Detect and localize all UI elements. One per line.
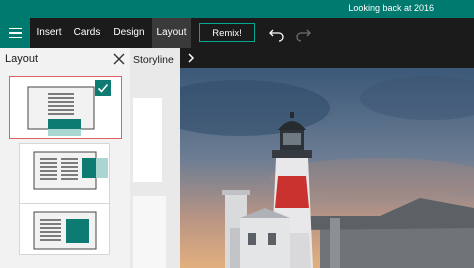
layout-panel: Layout: [0, 48, 130, 268]
storyline-card[interactable]: [133, 196, 166, 268]
layout-thumbnail: [33, 151, 108, 190]
tab-layout[interactable]: Layout: [152, 18, 191, 48]
tab-cards[interactable]: Cards: [71, 18, 103, 48]
chevron-right-icon[interactable]: [184, 51, 198, 65]
hamburger-icon[interactable]: [0, 18, 30, 48]
storyline-panel: Storyline: [130, 48, 180, 268]
close-icon[interactable]: [112, 52, 126, 66]
tab-design[interactable]: Design: [110, 18, 148, 48]
tab-insert[interactable]: Insert: [33, 18, 65, 48]
document-title: Looking back at 2016: [348, 3, 434, 13]
remix-button[interactable]: Remix!: [199, 23, 255, 42]
storyline-label[interactable]: Storyline: [133, 54, 174, 66]
layout-option-text-over-image[interactable]: [9, 76, 122, 139]
title-bar: Looking back at 2016: [0, 0, 474, 18]
undo-icon[interactable]: [268, 24, 286, 42]
layout-option-text-beside-image-left[interactable]: [19, 203, 110, 255]
checkmark-icon: [95, 80, 111, 96]
lighthouse-photo: [180, 68, 474, 268]
canvas-bar: [180, 48, 474, 68]
panel-title: Layout: [5, 53, 39, 65]
redo-icon[interactable]: [294, 24, 312, 42]
layout-thumbnail: [33, 211, 97, 250]
storyline-card[interactable]: [133, 98, 162, 182]
toolbar: Insert Cards Design Layout Remix!: [0, 18, 474, 48]
